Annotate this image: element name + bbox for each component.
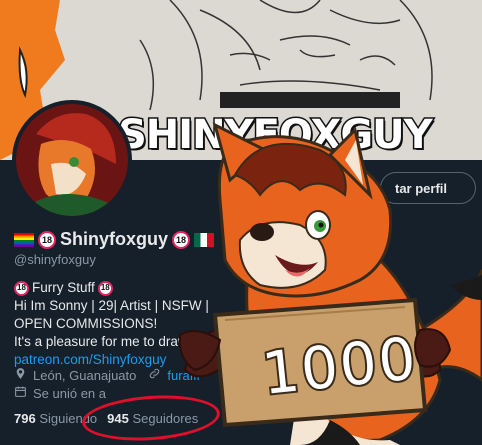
bio-line: 18 Furry Stuff 18 [14, 279, 214, 297]
adult-badge-icon: 18 [97, 280, 113, 296]
bio-text: Furry Stuff [32, 280, 95, 295]
website-link[interactable]: furaffi [167, 367, 199, 385]
bio-line: Hi Im Sonny | 29| Artist | NSFW | [14, 298, 209, 313]
location-text: León, Guanajuato [33, 368, 137, 383]
rainbow-flag-icon [14, 232, 34, 247]
following-count: 796 [14, 411, 36, 426]
avatar[interactable] [12, 100, 132, 220]
profile-name-row: 18 Shinyfoxguy 18 [14, 229, 215, 250]
adult-badge-icon: 18 [14, 280, 29, 296]
handle: @shinyfoxguy [14, 252, 96, 267]
banner-brand-text: SHINYFOXGUY [117, 111, 435, 160]
display-name: Shinyfoxguy [60, 229, 169, 249]
joined-date: Se unió en a [33, 386, 107, 401]
edit-profile-button[interactable]: tar perfil [380, 172, 476, 204]
adult-badge-icon: 18 [172, 230, 191, 249]
adult-badge-icon: 18 [38, 230, 56, 249]
location-icon [14, 367, 27, 385]
mexico-flag-icon [194, 232, 215, 247]
link-icon [148, 367, 161, 385]
bio-line: OPEN COMMISSIONS! [14, 316, 158, 331]
bio-line: It's a pleasure for me to draw yo [14, 334, 206, 349]
calendar-icon [14, 385, 27, 403]
bio: 18 Furry Stuff 18 Hi Im Sonny | 29| Arti… [14, 279, 214, 369]
fox-avatar-icon [16, 104, 128, 216]
